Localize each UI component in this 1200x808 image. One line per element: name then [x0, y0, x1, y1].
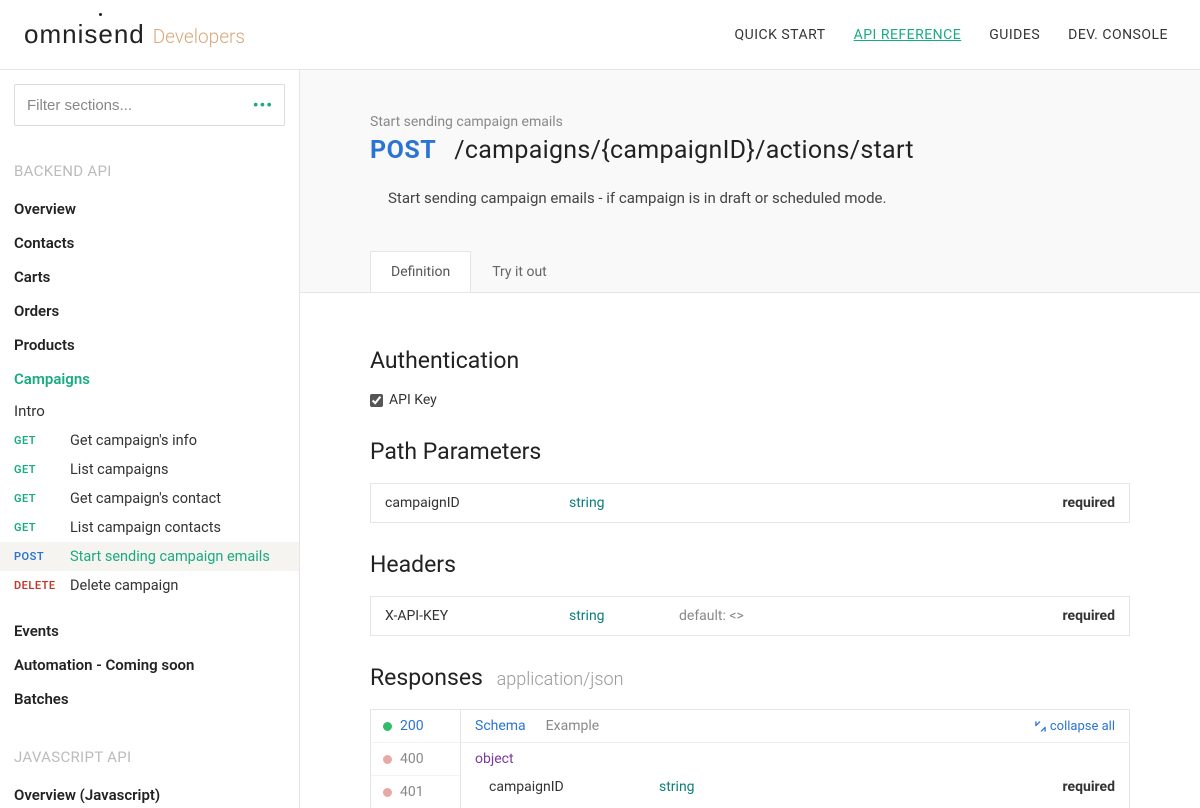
sidebar-endpoint[interactable]: GET List campaign contacts — [14, 513, 285, 542]
headers-table: X-API-KEYstringdefault: <>required — [370, 596, 1130, 636]
sidebar-item[interactable]: Automation - Coming soon — [14, 648, 285, 682]
top-nav: QUICK START API REFERENCE GUIDES DEV. CONSO… — [734, 27, 1168, 43]
param-type: string — [569, 495, 679, 511]
param-extra — [679, 495, 1063, 511]
sidebar-endpoint[interactable]: GET Get campaign's contact — [14, 484, 285, 513]
schema-required: required — [1063, 779, 1115, 795]
topnav-quick-start[interactable]: QUICK START — [734, 27, 825, 43]
method-badge: DELETE — [14, 579, 56, 592]
response-code-401[interactable]: 401 — [371, 776, 460, 808]
response-schema: object campaignIDstringrequired — [461, 743, 1129, 808]
param-required: required — [1063, 495, 1115, 511]
schema-root-type: object — [475, 751, 1115, 767]
method-badge: GET — [14, 463, 56, 476]
hero-description: Start sending campaign emails - if campa… — [388, 189, 1130, 207]
status-dot-icon — [383, 755, 392, 764]
hero-title: POST /campaigns/{campaignID}/actions/sta… — [370, 136, 1130, 165]
sidebar-item[interactable]: Events — [14, 614, 285, 648]
main-inner: Start sending campaign emails POST /camp… — [300, 70, 1200, 808]
topnav-dev-console[interactable]: DEV. CONSOLE — [1068, 27, 1168, 43]
response-code-400[interactable]: 400 — [371, 743, 460, 776]
auth-apikey-checkbox[interactable] — [370, 394, 383, 407]
logo-block: omnisend Developers — [24, 19, 245, 50]
response-code-200[interactable]: 200 — [371, 710, 460, 743]
sidebar-content: BACKEND APIOverviewContactsCartsOrdersPr… — [14, 152, 285, 808]
sidebar-endpoint[interactable]: GET Get campaign's info — [14, 426, 285, 455]
brand-suffix: Developers — [153, 25, 245, 48]
hero-subtitle: Start sending campaign emails — [370, 114, 1130, 130]
filter-input[interactable] — [14, 84, 285, 126]
sidebar-item[interactable]: Overview (Javascript) — [14, 778, 285, 808]
site-header: omnisend Developers QUICK START API REFER… — [0, 0, 1200, 70]
auth-heading: Authentication — [370, 347, 1130, 374]
auth-apikey-label: API Key — [389, 392, 437, 408]
schema-type: string — [659, 779, 1063, 795]
sidebar-heading: JAVASCRIPT API — [14, 738, 285, 778]
param-name: X-API-KEY — [385, 608, 569, 624]
sidebar-item[interactable]: Contacts — [14, 226, 285, 260]
endpoint-label: Delete campaign — [70, 577, 285, 594]
collapse-icon — [1035, 721, 1046, 732]
filter-more-icon[interactable]: ••• — [253, 96, 273, 115]
param-name: campaignID — [385, 495, 569, 511]
hero-method: POST — [370, 136, 436, 165]
status-dot-icon — [383, 722, 392, 731]
sidebar-item[interactable]: Campaigns — [14, 362, 285, 396]
topnav-api-reference[interactable]: API REFERENCE — [854, 27, 962, 43]
auth-apikey-row[interactable]: API Key — [370, 392, 1130, 408]
response-tabs: Schema Example collapse all — [461, 710, 1129, 743]
endpoint-label: Get campaign's info — [70, 432, 285, 449]
endpoint-label: Start sending campaign emails — [70, 548, 285, 565]
resp-tab-schema[interactable]: Schema — [475, 718, 526, 734]
param-type: string — [569, 608, 679, 624]
sidebar-heading: BACKEND API — [14, 152, 285, 192]
responses-heading: Responses application/json — [370, 664, 1130, 691]
endpoint-label: List campaign contacts — [70, 519, 285, 536]
sidebar-endpoint[interactable]: POST Start sending campaign emails — [0, 542, 299, 571]
method-badge: GET — [14, 492, 56, 505]
response-codes: 200400401403404 — [371, 710, 461, 808]
endpoint-label: List campaigns — [70, 461, 285, 478]
param-required: required — [1063, 608, 1115, 624]
sidebar-endpoint[interactable]: GET List campaigns — [14, 455, 285, 484]
responses-block: 200400401403404 Schema Example collapse … — [370, 709, 1130, 808]
schema-field: campaignID — [489, 779, 659, 795]
sidebar-item[interactable]: Products — [14, 328, 285, 362]
sidebar-item[interactable]: Orders — [14, 294, 285, 328]
status-dot-icon — [383, 788, 392, 797]
param-extra: default: <> — [679, 608, 1063, 624]
collapse-all-button[interactable]: collapse all — [1035, 719, 1115, 734]
sidebar-item[interactable]: Carts — [14, 260, 285, 294]
hero-path: /campaigns/{campaignID}/actions/start — [454, 136, 914, 165]
sidebar-item[interactable]: Overview — [14, 192, 285, 226]
sidebar: ••• BACKEND APIOverviewContactsCartsOrde… — [0, 70, 300, 808]
main: Start sending campaign emails POST /camp… — [300, 70, 1200, 808]
method-badge: GET — [14, 521, 56, 534]
path-params-heading: Path Parameters — [370, 438, 1130, 465]
filter-wrap: ••• — [14, 84, 285, 126]
sidebar-item[interactable]: Batches — [14, 682, 285, 716]
layout: ••• BACKEND APIOverviewContactsCartsOrde… — [0, 70, 1200, 808]
sidebar-endpoint[interactable]: DELETE Delete campaign — [14, 571, 285, 600]
endpoint-label: Get campaign's contact — [70, 490, 285, 507]
headers-heading: Headers — [370, 551, 1130, 578]
topnav-guides[interactable]: GUIDES — [989, 27, 1040, 43]
definition-body: Authentication API Key Path Parameters c… — [300, 292, 1200, 808]
method-badge: GET — [14, 434, 56, 447]
tab-definition[interactable]: Definition — [370, 251, 471, 292]
param-row: campaignIDstring required — [371, 484, 1129, 522]
sidebar-subitem[interactable]: Intro — [14, 396, 285, 426]
resp-tab-example[interactable]: Example — [546, 718, 599, 734]
param-row: X-API-KEYstringdefault: <>required — [371, 597, 1129, 635]
brand-logo: omnisend — [24, 19, 145, 50]
tab-try-it-out[interactable]: Try it out — [471, 251, 568, 292]
method-badge: POST — [14, 550, 56, 563]
response-body: Schema Example collapse all object campa… — [461, 710, 1129, 808]
responses-mime: application/json — [497, 669, 624, 690]
schema-row: campaignIDstringrequired — [475, 773, 1115, 801]
path-params-table: campaignIDstring required — [370, 483, 1130, 523]
content-tabs: Definition Try it out — [370, 251, 1130, 292]
